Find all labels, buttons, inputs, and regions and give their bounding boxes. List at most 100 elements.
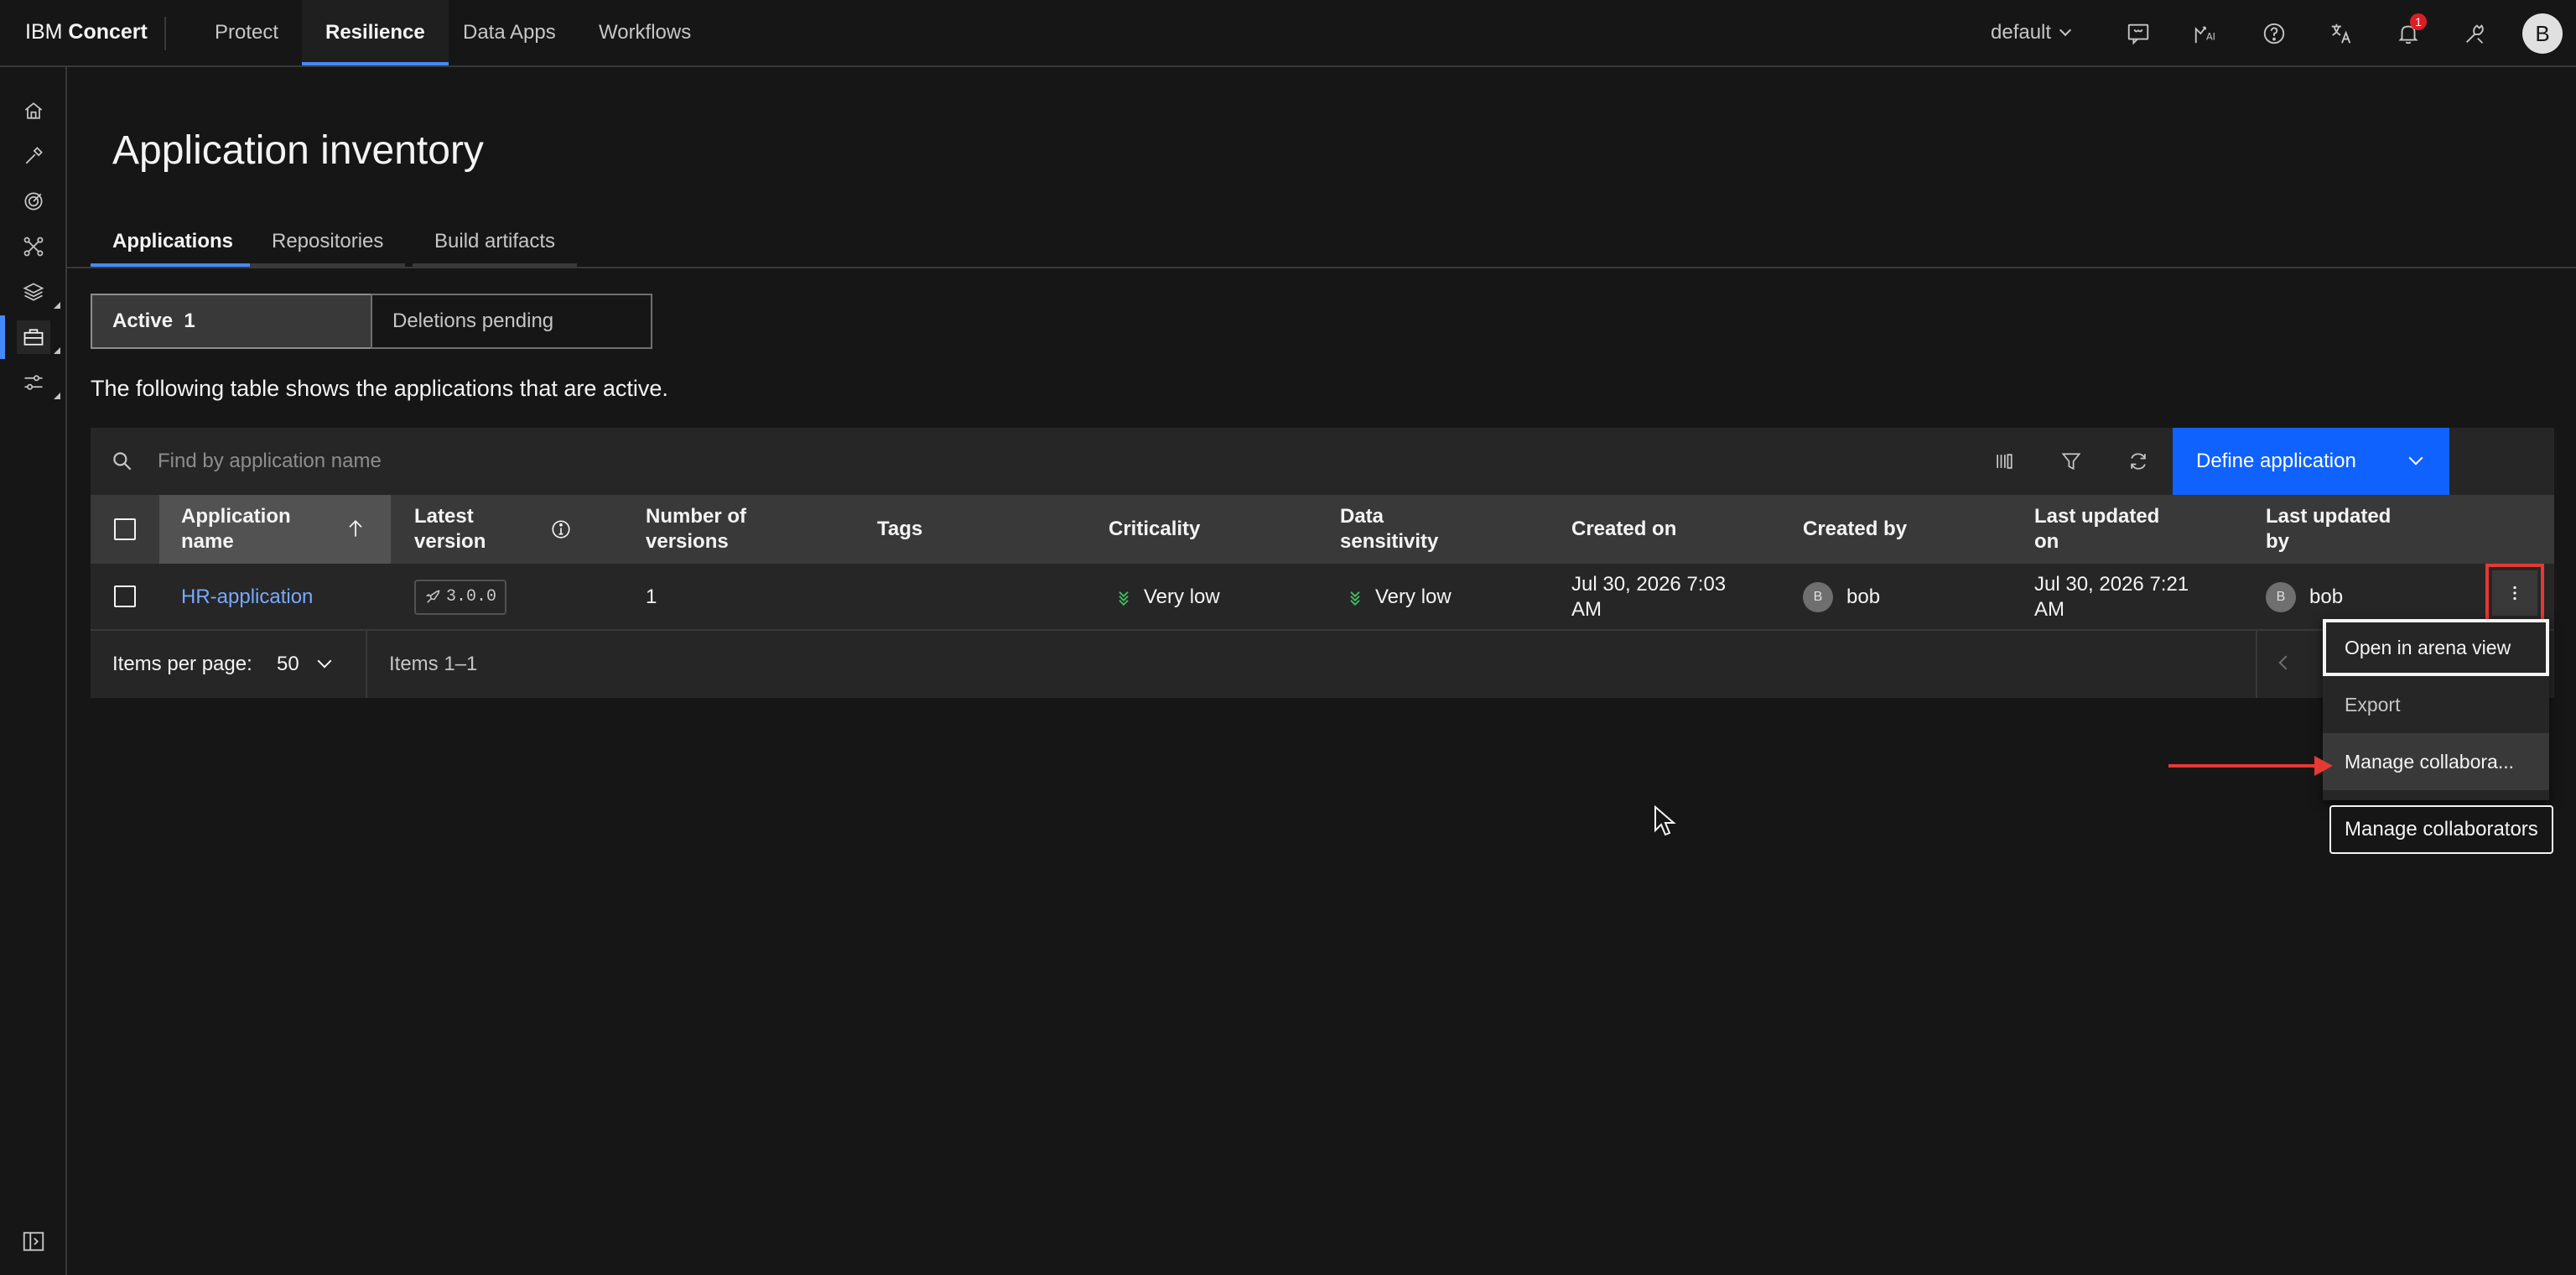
workspace-select[interactable]: default [1991, 0, 2072, 65]
column-tags[interactable]: Tags [877, 495, 922, 564]
rocket-icon [425, 590, 440, 603]
notification-badge: 1 [2410, 13, 2427, 30]
home-icon[interactable] [17, 94, 50, 128]
column-label: by [2266, 530, 2290, 553]
column-latest-version[interactable]: Latest version [414, 495, 657, 564]
column-label: versions [646, 530, 729, 553]
search-icon [113, 452, 132, 471]
annotation-arrow-head [2314, 756, 2333, 776]
created-on-line: AM [1571, 598, 1602, 621]
workspace-value: default [1991, 21, 2052, 44]
help-icon[interactable] [2257, 17, 2291, 50]
select-all-checkbox[interactable] [114, 518, 136, 540]
admin-tools-icon[interactable] [2459, 17, 2492, 50]
page-title: Application inventory [112, 128, 484, 173]
nav-workflows[interactable]: Workflows [575, 0, 714, 65]
nav-resilience[interactable]: Resilience [302, 0, 449, 65]
created-on-line: Jul 30, 2026 7:03 [1571, 573, 1727, 596]
segment-active-label: Active [112, 310, 174, 332]
column-label: Created on [1571, 518, 1677, 540]
brand-prefix: IBM [25, 20, 63, 44]
very-low-severity-icon [1119, 591, 1129, 606]
nav-data-apps[interactable]: Data Apps [439, 0, 579, 65]
column-label: on [2034, 530, 2059, 553]
ai-insights-icon[interactable]: AI [2189, 17, 2222, 50]
settings-sliders-icon[interactable] [17, 366, 50, 399]
updated-on-cell: Jul 30, 2026 7:21 AM [2034, 564, 2189, 631]
network-icon[interactable] [17, 230, 50, 263]
updated-on-line: AM [2034, 598, 2064, 621]
search-input[interactable] [158, 428, 1164, 495]
layers-icon[interactable] [17, 275, 50, 309]
segment-active[interactable]: Active 1 [91, 294, 372, 349]
tooltip: Manage collaborators [2329, 805, 2553, 854]
data-sensitivity-cell: Very low [1347, 585, 1452, 610]
application-inventory-icon[interactable] [0, 315, 50, 359]
segment-deletions-pending[interactable]: Deletions pending [371, 294, 652, 349]
nav-protect[interactable]: Protect [191, 0, 302, 65]
feedback-icon[interactable] [2122, 17, 2155, 50]
column-label: sensitivity [1340, 530, 1439, 553]
notifications-icon[interactable]: 1 [2392, 13, 2427, 50]
pagination-divider [2256, 631, 2257, 698]
translate-icon[interactable] [2324, 17, 2358, 50]
tab-build-artifacts[interactable]: Build artifacts [413, 213, 578, 267]
chevron-down-icon [2059, 23, 2072, 37]
column-last-updated-on[interactable]: Last updated on [2034, 495, 2159, 564]
side-rail [0, 67, 67, 1275]
columns-icon[interactable] [1987, 445, 2021, 478]
chevron-down-icon [317, 653, 332, 669]
column-label: Application [181, 505, 291, 528]
column-label: Criticality [1109, 518, 1201, 540]
user-avatar[interactable]: B [2522, 13, 2563, 54]
brand-logo[interactable]: IBM Concert [25, 20, 148, 44]
refresh-icon[interactable] [2122, 445, 2155, 478]
created-on-cell: Jul 30, 2026 7:03 AM [1571, 564, 1726, 631]
sort-ascending-icon [349, 520, 362, 537]
tab-repositories[interactable]: Repositories [250, 213, 406, 267]
column-number-of-versions[interactable]: Number of versions [646, 495, 746, 564]
items-range: Items 1–1 [389, 653, 478, 675]
column-label: Last updated [2034, 505, 2160, 528]
row-overflow-menu-button[interactable] [2485, 564, 2544, 622]
annotation-arrow-line [2168, 764, 2319, 768]
very-low-severity-icon [1350, 591, 1360, 606]
application-name-link[interactable]: HR-application [181, 585, 313, 610]
column-created-by[interactable]: Created by [1803, 495, 1907, 564]
row-checkbox[interactable] [114, 585, 136, 607]
menu-item-export[interactable]: Export [2323, 676, 2549, 733]
svg-text:AI: AI [2206, 32, 2215, 43]
target-icon[interactable] [17, 185, 50, 218]
column-criticality[interactable]: Criticality [1109, 495, 1200, 564]
column-label: Tags [877, 518, 923, 540]
chevron-down-icon [2408, 450, 2423, 466]
column-application-name[interactable]: Application name [159, 495, 391, 564]
column-last-updated-by[interactable]: Last updated by [2266, 495, 2391, 564]
menu-item-manage-collaborators[interactable]: Manage collabora... [2323, 733, 2549, 790]
menu-item-open-arena-view[interactable]: Open in arena view [2323, 619, 2549, 676]
overflow-menu-vertical-icon [2513, 585, 2516, 601]
brand-name: Concert [68, 20, 148, 44]
column-label: version [414, 530, 486, 553]
filter-icon[interactable] [2054, 445, 2088, 478]
previous-page-icon[interactable] [2278, 655, 2293, 670]
tab-applications[interactable]: Applications [91, 213, 256, 267]
updated-by-value: bob [2309, 585, 2344, 608]
pagination-divider [366, 631, 367, 698]
criticality-cell: Very low [1115, 585, 1220, 610]
column-created-on[interactable]: Created on [1571, 495, 1676, 564]
updated-on-line: Jul 30, 2026 7:21 [2034, 573, 2189, 596]
pagination: Items per page: 50 Items 1–1 [91, 631, 2554, 698]
table-row[interactable]: HR-application 3.0.0 1 Very low Very low… [91, 564, 2554, 631]
info-icon[interactable] [550, 518, 572, 540]
version-tag: 3.0.0 [414, 580, 507, 615]
define-application-button[interactable]: Define application [2173, 428, 2449, 495]
items-per-page-label: Items per page: [112, 653, 252, 675]
top-header: IBM Concert Protect Resilience Data Apps… [0, 0, 2576, 67]
collapse-rail-icon[interactable] [17, 1225, 50, 1258]
items-per-page-select[interactable]: 50 [277, 631, 332, 698]
tools-icon[interactable] [17, 139, 50, 173]
column-data-sensitivity[interactable]: Data sensitivity [1340, 495, 1438, 564]
criticality-value: Very low [1144, 585, 1220, 608]
header-divider [164, 17, 166, 50]
